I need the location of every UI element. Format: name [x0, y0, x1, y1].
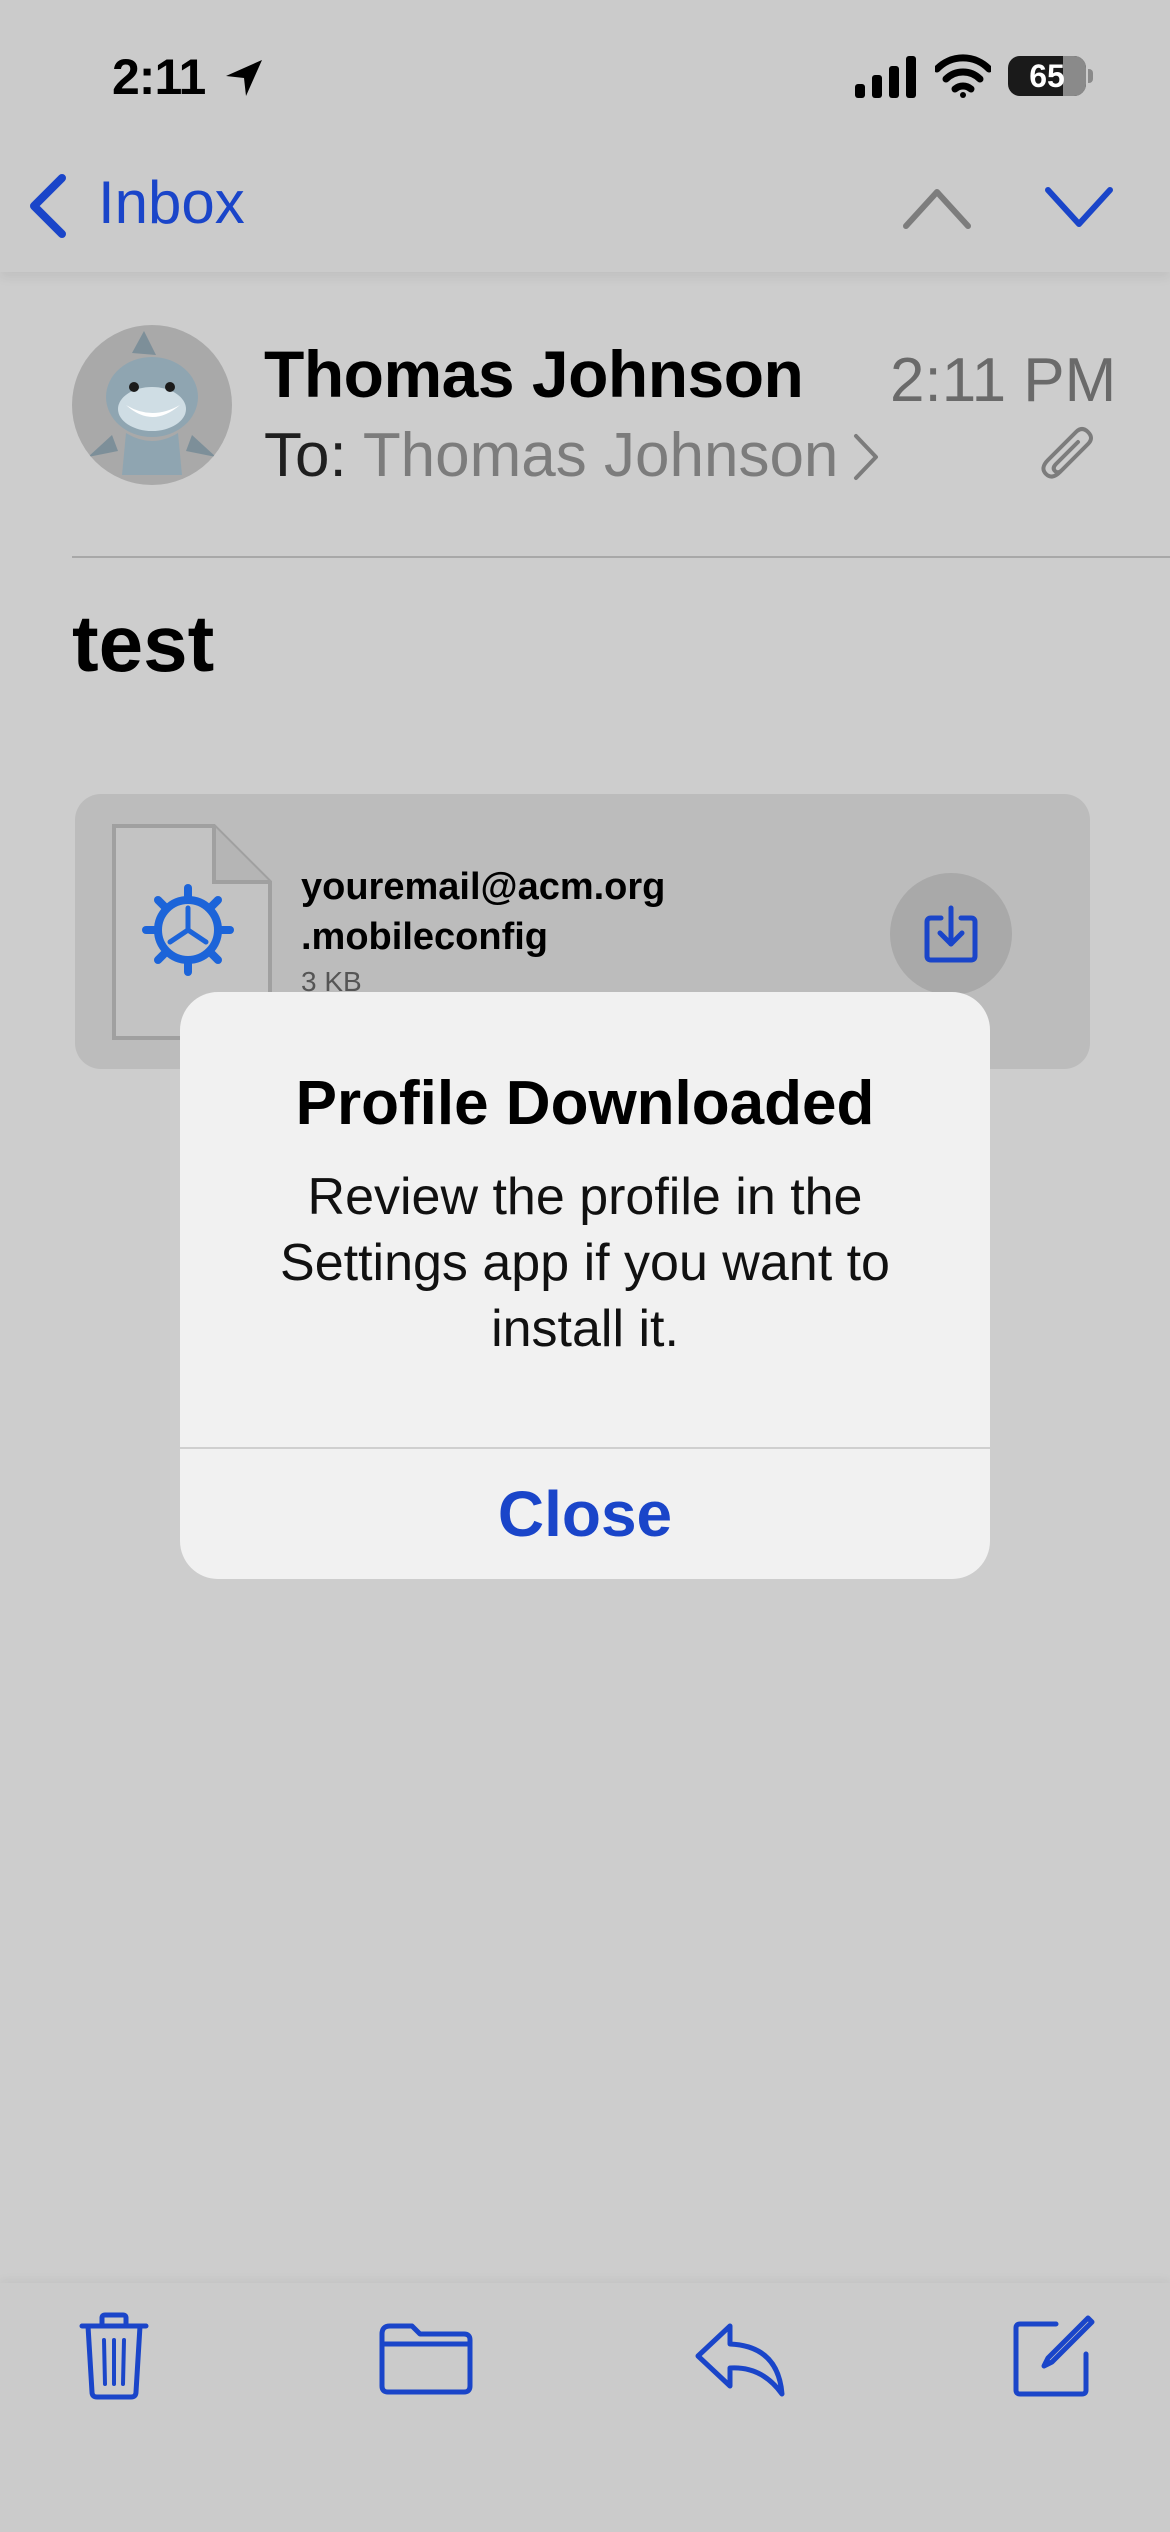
profile-downloaded-alert: Profile Downloaded Review the profile in…	[180, 992, 990, 1579]
battery-nub	[1088, 69, 1093, 83]
sender-avatar[interactable]	[72, 325, 232, 485]
wifi-icon	[935, 54, 991, 98]
recipients-chevron-right-icon[interactable]	[848, 430, 882, 484]
sent-time: 2:11 PM	[890, 346, 1117, 415]
alert-message: Review the profile in the Settings app i…	[280, 1168, 890, 1358]
sender-name[interactable]: Thomas Johnson	[264, 336, 804, 412]
to-prefix: To:	[264, 421, 363, 490]
attachment-filename-line2: .mobileconfig	[301, 916, 548, 958]
back-to-inbox-button[interactable]: Inbox	[98, 168, 245, 237]
alert-close-button[interactable]: Close	[180, 1450, 990, 1579]
location-arrow-icon	[226, 60, 262, 96]
status-time: 2:11	[112, 49, 206, 105]
download-icon	[924, 905, 978, 963]
attachment-filename-line1: youremail@acm.org	[301, 866, 666, 908]
previous-message-chevron-up-icon[interactable]	[902, 182, 972, 232]
compose-icon[interactable]	[1010, 2314, 1096, 2400]
paperclip-icon	[1041, 427, 1093, 479]
recipients-row[interactable]: To: Thomas Johnson	[264, 420, 838, 491]
battery-level: 65	[1029, 58, 1065, 94]
back-chevron-icon[interactable]	[24, 172, 74, 240]
header-divider	[72, 556, 1170, 558]
alert-title: Profile Downloaded	[295, 1069, 875, 1138]
move-to-folder-icon[interactable]	[378, 2322, 474, 2396]
battery-indicator: 65	[1008, 56, 1086, 96]
next-message-chevron-down-icon[interactable]	[1044, 182, 1114, 232]
recipient-name[interactable]: Thomas Johnson	[363, 421, 839, 490]
trash-icon[interactable]	[78, 2312, 150, 2400]
download-attachment-button[interactable]	[890, 873, 1012, 995]
reply-icon[interactable]	[694, 2320, 786, 2398]
shark-memoji-icon	[88, 331, 216, 475]
cellular-signal-icon	[855, 56, 916, 98]
bottom-toolbar	[0, 2283, 1170, 2532]
email-subject: test	[72, 599, 215, 688]
alert-divider	[180, 1447, 990, 1449]
